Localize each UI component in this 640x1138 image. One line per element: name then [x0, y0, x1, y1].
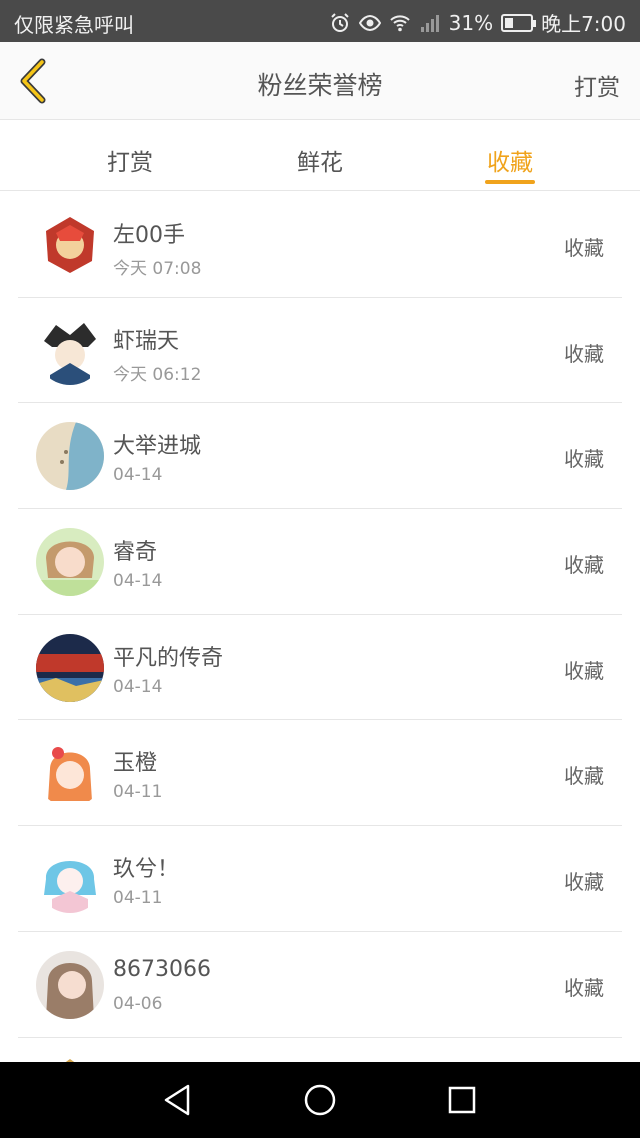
avatar	[36, 316, 104, 385]
action-label: 收藏	[564, 236, 604, 260]
clock: 晚上7:00	[541, 12, 626, 36]
timestamp: 04-14	[113, 676, 163, 697]
status-icons: 31% 晚上7:00	[329, 8, 626, 37]
timestamp: 04-06	[113, 993, 163, 1014]
avatar	[36, 211, 104, 279]
action-label: 收藏	[564, 764, 604, 789]
page-title: 粉丝荣誉榜	[257, 71, 383, 100]
battery-percent: 31%	[448, 10, 494, 35]
battery-level	[505, 17, 513, 28]
nav-recents-button[interactable]	[444, 1082, 480, 1118]
avatar	[36, 950, 104, 1019]
user-name: 玖兮！	[113, 857, 180, 883]
list-item[interactable]: 左00手 今天 07:08 收藏	[18, 192, 622, 298]
user-name: 大举进城	[113, 434, 202, 460]
list-item[interactable]: 8673066 04-06 收藏	[18, 932, 622, 1038]
avatar	[36, 422, 104, 491]
list-item[interactable]: 虾瑞天 今天 06:12 收藏	[18, 298, 622, 404]
wifi-icon	[389, 12, 411, 34]
system-nav-bar	[0, 1062, 640, 1138]
eye-icon	[358, 12, 381, 34]
timestamp: 04-14	[113, 571, 163, 592]
action-label: 收藏	[564, 553, 604, 578]
nav-back-button[interactable]	[160, 1082, 196, 1118]
list-item[interactable]: 睿奇 04-14 收藏	[18, 509, 622, 615]
user-name: 左00手	[113, 223, 185, 248]
reward-button[interactable]: 打赏	[574, 68, 620, 102]
user-name: 玉橙	[113, 751, 158, 777]
recents-square-icon	[448, 1086, 476, 1114]
status-bar: 仅限紧急呼叫 31% 晚上7:00	[0, 0, 640, 42]
tab-favorites[interactable]: 收藏	[450, 143, 570, 177]
back-triangle-icon	[164, 1084, 190, 1116]
app-header: 粉丝荣誉榜 打赏	[0, 42, 640, 120]
timestamp: 今天 06:12	[113, 364, 202, 385]
timestamp: 04-11	[113, 888, 163, 909]
signal-icon	[419, 12, 441, 34]
user-name: 虾瑞天	[113, 328, 180, 354]
battery-icon	[501, 13, 537, 32]
user-name: 平凡的传奇	[113, 645, 224, 671]
action-label: 收藏	[564, 870, 604, 895]
user-name: 8673066	[113, 956, 211, 982]
home-circle-icon	[304, 1084, 336, 1116]
action-label: 收藏	[564, 447, 604, 472]
nav-home-button[interactable]	[302, 1082, 338, 1118]
avatar	[36, 633, 104, 702]
list-item[interactable]: 玖兮！ 04-11 收藏	[18, 826, 622, 932]
active-tab-indicator	[485, 180, 535, 184]
list-item[interactable]: 平凡的传奇 04-14 收藏	[18, 615, 622, 721]
timestamp: 今天 07:08	[113, 259, 202, 279]
timestamp: 04-11	[113, 782, 163, 803]
timestamp: 04-14	[113, 465, 163, 486]
user-name: 睿奇	[113, 540, 158, 566]
action-label: 收藏	[564, 975, 604, 1000]
alarm-icon	[329, 12, 351, 34]
list-item[interactable]: 大举进城 04-14 收藏	[18, 403, 622, 510]
status-text: 仅限紧急呼叫	[14, 13, 134, 37]
tab-reward[interactable]: 打赏	[70, 143, 190, 177]
tab-flowers[interactable]: 鲜花	[260, 143, 380, 177]
avatar	[36, 739, 104, 808]
fan-list: 左00手 今天 07:08 收藏 虾瑞天 今天 06:12 收藏 大举进城 04…	[0, 192, 640, 1138]
avatar	[36, 528, 104, 597]
list-item[interactable]: 玉橙 04-11 收藏	[18, 720, 622, 827]
action-label: 收藏	[564, 341, 604, 366]
avatar	[36, 845, 104, 914]
action-label: 收藏	[564, 658, 604, 683]
tab-bar: 打赏 鲜花 收藏	[0, 121, 640, 191]
